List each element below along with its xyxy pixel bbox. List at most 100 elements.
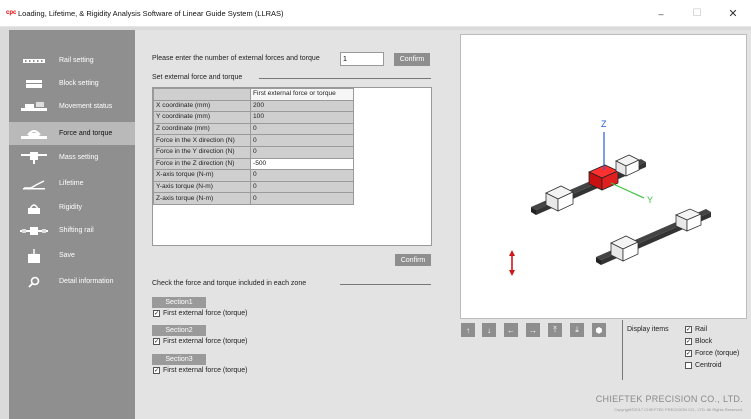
confirm-table-button[interactable]: Confirm xyxy=(395,254,431,266)
table-cell[interactable]: 200 xyxy=(250,99,354,113)
block-upper-right xyxy=(615,154,640,177)
display-centroid-checkbox[interactable]: Centroid xyxy=(685,362,721,369)
row-header: Force in the X direction (N) xyxy=(153,134,251,147)
table-row: Force in the Z direction (N) -500 xyxy=(153,157,354,171)
y-axis-line xyxy=(610,182,645,199)
y-axis-label: Y xyxy=(647,195,653,205)
3d-scene: Z Y xyxy=(509,119,711,276)
arrow-up-button[interactable]: ↑ xyxy=(461,323,475,337)
sidebar-item-save[interactable]: Save xyxy=(9,244,135,267)
display-rail-checkbox[interactable]: ✓ Rail xyxy=(685,326,707,333)
table-cell[interactable]: 0 xyxy=(250,134,354,147)
table-cell[interactable]: 0 xyxy=(250,180,354,194)
table-row: Z coordinate (mm) 0 xyxy=(153,122,354,136)
table-cell[interactable]: 0 xyxy=(250,169,354,182)
count-prompt: Please enter the number of external forc… xyxy=(152,55,320,62)
sidebar-item-block-setting[interactable]: Block setting xyxy=(9,72,135,95)
display-force-checkbox[interactable]: ✓ Force (torque) xyxy=(685,350,739,357)
block-lower-left xyxy=(610,235,639,262)
sidebar-item-shifting-rail[interactable]: Shifting rail xyxy=(9,219,135,242)
sidebar: Rail setting Block setting Movement stat… xyxy=(9,30,135,419)
display-block-checkbox[interactable]: ✓ Block xyxy=(685,338,712,345)
sidebar-item-label: Rigidity xyxy=(59,204,82,211)
checkbox[interactable]: ✓ xyxy=(685,338,692,345)
arrow-down-button[interactable]: ↓ xyxy=(482,323,496,337)
checkbox-label: Block xyxy=(695,338,713,345)
checkbox-label: First external force (torque) xyxy=(163,338,248,345)
checkbox[interactable] xyxy=(685,362,692,369)
rigidity-icon xyxy=(9,201,59,215)
section1-checkbox-row[interactable]: ✓ First external force (torque) xyxy=(153,310,247,317)
table-row: Force in the X direction (N) 0 xyxy=(153,134,354,147)
section2-button[interactable]: Section2 xyxy=(152,325,206,336)
table-row: Z-axis torque (N-m) 0 xyxy=(153,192,354,205)
table-row: X-axis torque (N-m) 0 xyxy=(153,169,354,182)
sidebar-item-detail-information[interactable]: Detail information xyxy=(9,270,135,293)
row-header: Force in the Y direction (N) xyxy=(153,145,251,159)
row-header: Z coordinate (mm) xyxy=(153,122,251,136)
sidebar-item-label: Block setting xyxy=(59,80,99,87)
block-upper-left xyxy=(545,185,574,212)
checkbox[interactable]: ✓ xyxy=(153,338,160,345)
table-cell[interactable]: 0 xyxy=(250,192,354,205)
force-table: First external force or torque X coordin… xyxy=(152,87,432,246)
checkbox-label: First external force (torque) xyxy=(163,367,248,374)
checkbox-label: Force (torque) xyxy=(695,350,740,357)
force-count-input[interactable] xyxy=(340,52,384,66)
sidebar-item-rigidity[interactable]: Rigidity xyxy=(9,196,135,219)
sidebar-item-lifetime[interactable]: Lifetime xyxy=(9,172,135,195)
checkbox[interactable]: ✓ xyxy=(153,310,160,317)
z-axis-label: Z xyxy=(601,119,607,129)
copyright-text: Copyright©2017 CHIEFTEK PRECISION CO., L… xyxy=(614,407,743,412)
checkbox[interactable]: ✓ xyxy=(153,367,160,374)
sidebar-item-label: Movement status xyxy=(59,103,113,110)
checkbox-label: Centroid xyxy=(695,362,722,369)
move-top-button[interactable]: ⤒ xyxy=(548,323,562,337)
rail-icon xyxy=(9,58,59,64)
table-row: X coordinate (mm) 200 xyxy=(153,99,354,113)
sidebar-item-label: Detail information xyxy=(59,278,114,285)
row-header: Y coordinate (mm) xyxy=(153,111,251,124)
table-row: Y-axis torque (N-m) 0 xyxy=(153,180,354,194)
set-force-header: Set external force and torque xyxy=(152,74,243,81)
arrow-right-button[interactable]: → xyxy=(526,323,540,337)
table-cell[interactable]: 0 xyxy=(250,145,354,159)
table-cell[interactable]: 100 xyxy=(250,111,354,124)
shifting-rail-icon xyxy=(9,226,59,235)
force-torque-panel: Please enter the number of external forc… xyxy=(135,30,445,419)
iso-view-button[interactable]: ⬢ xyxy=(592,323,606,337)
force-arrow xyxy=(509,250,515,276)
minimize-button[interactable]: – xyxy=(643,0,679,27)
table-corner xyxy=(153,88,251,101)
section1-button[interactable]: Section1 xyxy=(152,297,206,308)
move-bottom-button[interactable]: ⤓ xyxy=(570,323,584,337)
table-cell-selected[interactable]: -500 xyxy=(250,157,354,171)
3d-viewport[interactable]: Z Y xyxy=(460,34,747,319)
sidebar-item-rail-setting[interactable]: Rail setting xyxy=(9,49,135,72)
company-name: CHIEFTEK PRECISION CO., LTD. xyxy=(595,394,743,404)
search-icon xyxy=(9,276,59,288)
arrow-left-button[interactable]: ← xyxy=(504,323,518,337)
block-icon xyxy=(9,79,59,88)
close-button[interactable]: ✕ xyxy=(715,0,751,27)
section3-checkbox-row[interactable]: ✓ First external force (torque) xyxy=(153,367,247,374)
section2-checkbox-row[interactable]: ✓ First external force (torque) xyxy=(153,338,247,345)
sidebar-item-movement-status[interactable]: Movement status xyxy=(9,95,135,118)
mass-icon xyxy=(9,151,59,164)
section3-button[interactable]: Section3 xyxy=(152,354,206,365)
row-header: X-axis torque (N-m) xyxy=(153,169,251,182)
table-cell[interactable]: 0 xyxy=(250,122,354,136)
window-title: Loading, Lifetime, & Rigidity Analysis S… xyxy=(18,8,284,18)
block-lower-right xyxy=(675,208,702,232)
checkbox[interactable]: ✓ xyxy=(685,326,692,333)
sidebar-item-label: Save xyxy=(59,252,75,259)
maximize-button[interactable]: ☐ xyxy=(679,0,715,27)
sidebar-item-mass-setting[interactable]: Mass setting xyxy=(9,146,135,169)
sidebar-item-force-and-torque[interactable]: Force and torque xyxy=(9,122,135,145)
sidebar-item-label: Force and torque xyxy=(59,130,113,137)
column-header: First external force or torque xyxy=(250,88,354,101)
sidebar-item-label: Lifetime xyxy=(59,180,84,187)
app-logo: cpc xyxy=(6,10,17,16)
checkbox[interactable]: ✓ xyxy=(685,350,692,357)
confirm-count-button[interactable]: Confirm xyxy=(394,53,430,66)
